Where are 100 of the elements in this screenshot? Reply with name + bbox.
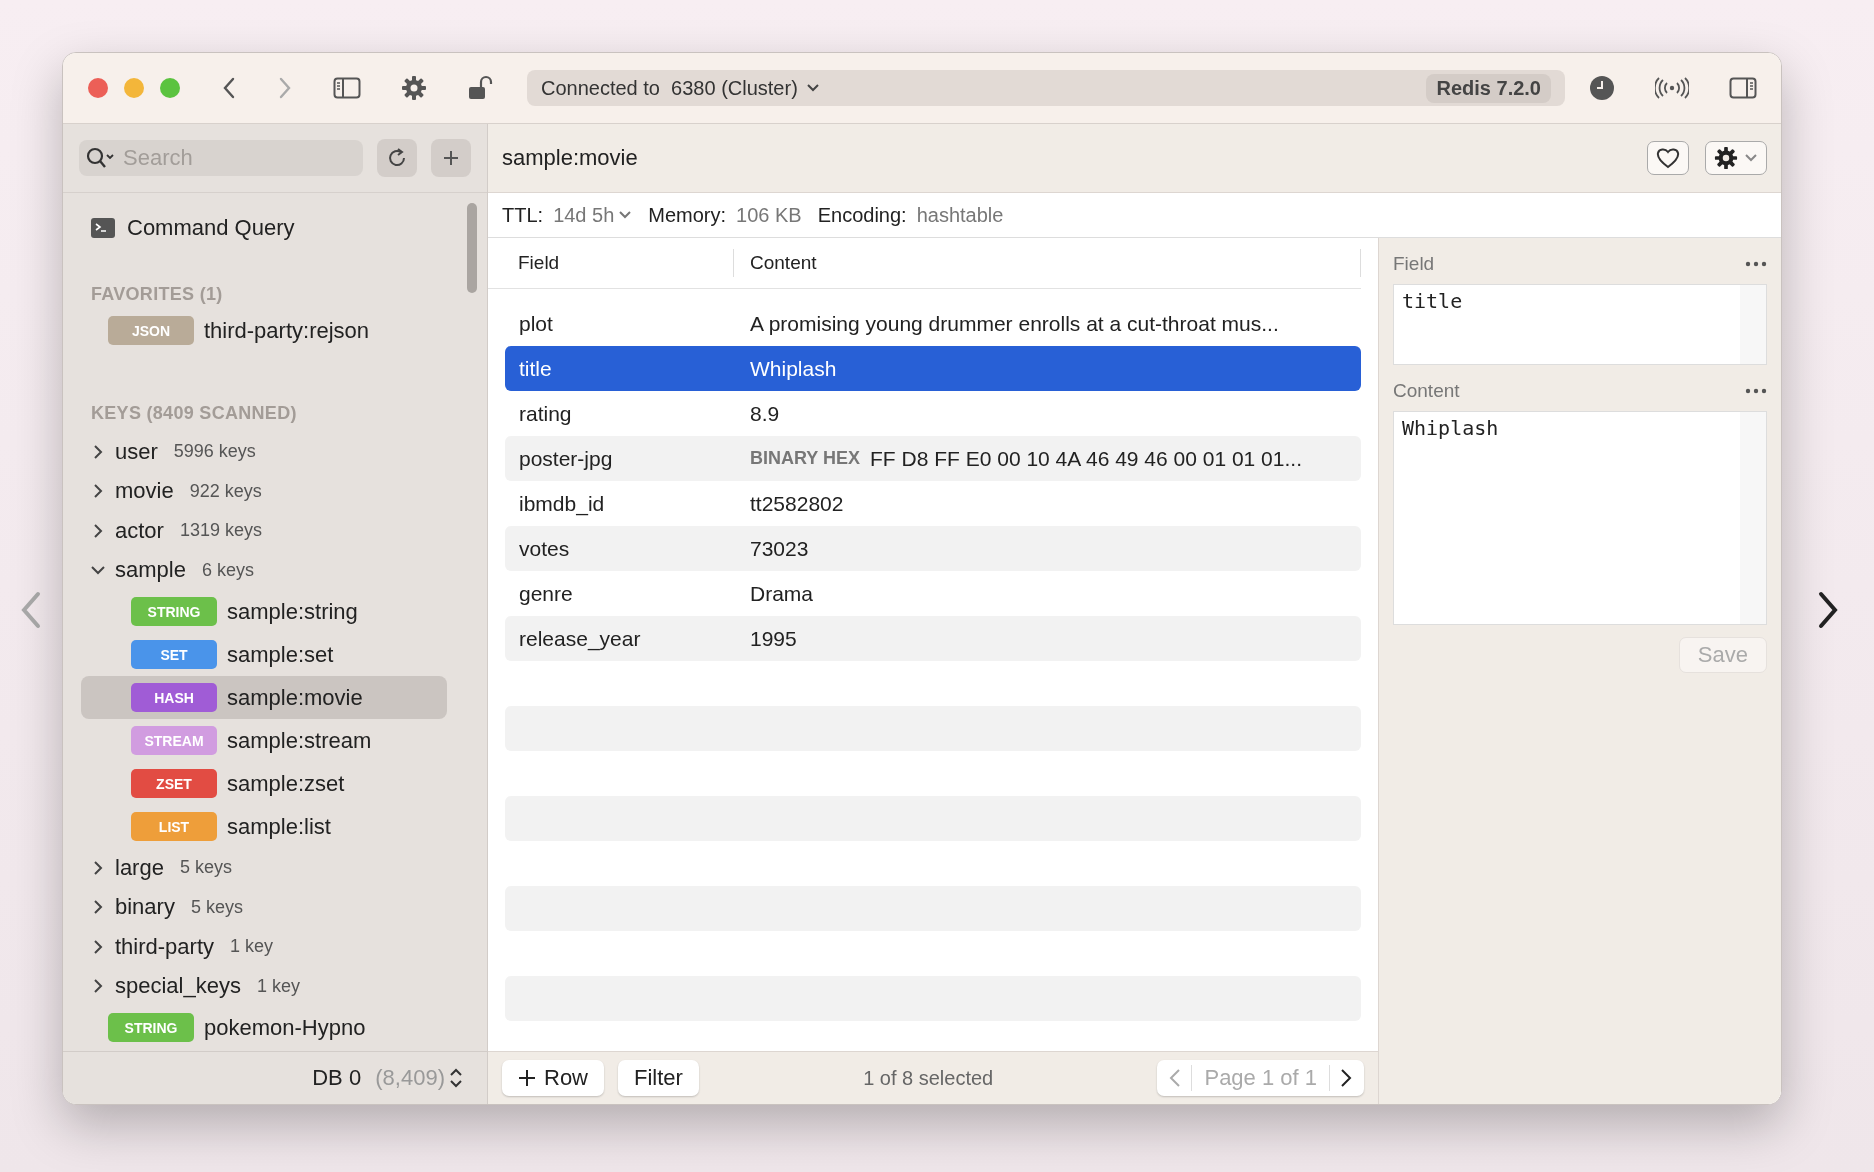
filter-button[interactable]: Filter [618, 1060, 699, 1096]
table-row[interactable]: plot A promising young drummer enrolls at a cut-throat mus... [505, 301, 1361, 346]
type-badge: LIST [131, 812, 217, 841]
broadcast-icon[interactable] [1655, 76, 1689, 100]
more-icon[interactable] [1745, 261, 1767, 267]
clock-icon[interactable] [1589, 75, 1615, 101]
scrollbar[interactable] [467, 203, 477, 293]
content-cell: FF D8 FF E0 00 10 4A 46 49 46 00 01 01 01... [870, 446, 1302, 471]
folder-item[interactable]: movie 922 keys [63, 471, 467, 511]
search-icon [85, 146, 117, 170]
folder-item[interactable]: user 5996 keys [63, 432, 467, 472]
add-button[interactable] [431, 139, 471, 177]
chevron-down-icon [618, 210, 633, 220]
plus-icon [518, 1069, 536, 1087]
key-count: 922 keys [189, 480, 262, 502]
field-cell-text: plot [518, 311, 554, 336]
key-item[interactable]: STRING pokemon-Hypno [81, 1006, 447, 1049]
plus-icon [442, 149, 460, 167]
section-heading: FAVORITES (1) [90, 282, 224, 306]
content-cell: Drama [750, 581, 813, 606]
content-cell: A promising young drummer enrolls at a cut-throat mus... [750, 311, 1279, 336]
key-item[interactable]: LIST sample:list [81, 805, 447, 848]
connection-label: Connected to 6380 (Cluster) [541, 76, 798, 100]
folder-item[interactable]: large 5 keys [63, 848, 467, 888]
key-count: 5996 keys [173, 441, 256, 463]
binary-tag: BINARY HEX [750, 448, 861, 469]
chevron-icon [91, 483, 105, 500]
page-indicator: Page 1 of 1 [1191, 1065, 1330, 1091]
folder-name: third-party [115, 933, 215, 960]
content-cell: Whiplash [750, 356, 837, 381]
settings-icon[interactable] [401, 75, 427, 101]
type-badge: STRING [131, 597, 217, 626]
type-badge: STREAM [131, 726, 217, 755]
connection-bar[interactable]: Connected to 6380 (Cluster) Redis 7.2.0 [527, 70, 1565, 106]
favorite-key[interactable]: JSON third-party:rejson [81, 309, 447, 352]
encoding-value: hashtable [916, 203, 1004, 227]
key-item[interactable]: STRING sample:string [81, 590, 447, 633]
type-badge: SET [131, 640, 217, 669]
table-row[interactable]: ibmdb_id tt2582802 [505, 481, 1361, 526]
add-row-button[interactable]: Row [502, 1060, 604, 1096]
field-cell-text: poster-jpg [518, 446, 614, 471]
section-heading: KEYS (8409 SCANNED) [90, 401, 298, 425]
memory-value: 106 KB [736, 203, 802, 227]
close-icon[interactable] [87, 77, 109, 99]
column-header[interactable]: Content [734, 249, 1361, 277]
sidebar-icon[interactable] [333, 77, 361, 99]
folder-item[interactable]: sample 6 keys [63, 550, 467, 590]
database-selector[interactable]: DB 0 (8,409) [306, 1064, 469, 1092]
folder-item[interactable]: actor 1319 keys [63, 511, 467, 551]
memory-label: Memory: [648, 203, 727, 227]
key-count: 5 keys [179, 857, 232, 879]
key-item[interactable]: ZSET sample:zset [81, 762, 447, 805]
key-title: sample:movie [502, 145, 638, 171]
column-header[interactable]: Field [488, 249, 734, 277]
content-cell: tt2582802 [750, 491, 844, 516]
back-icon[interactable] [221, 76, 237, 100]
content-editor[interactable]: Whiplash [1393, 411, 1767, 625]
chevron-down-icon [1744, 153, 1758, 163]
unlocked-lock-icon[interactable] [467, 75, 493, 101]
key-item[interactable]: SET sample:set [81, 633, 447, 676]
folder-item[interactable]: third-party 1 key [63, 927, 467, 967]
command-query-item[interactable]: Command Query [63, 207, 467, 249]
field-cell-text: title [518, 356, 553, 381]
settings-button[interactable] [1705, 141, 1767, 175]
folder-item[interactable]: special_keys 1 key [63, 966, 467, 1006]
table-row[interactable]: rating 8.9 [505, 391, 1361, 436]
favorite-button[interactable] [1647, 141, 1689, 175]
heart-icon [1656, 147, 1680, 169]
table-row[interactable]: genre Drama [505, 571, 1361, 616]
ttl-dropdown[interactable]: 14d 5h [553, 203, 633, 227]
field-editor[interactable]: title [1393, 284, 1767, 365]
folder-name: user [115, 438, 158, 465]
more-icon[interactable] [1745, 388, 1767, 394]
table-row[interactable]: release_year 1995 [505, 616, 1361, 661]
key-count: 6 keys [201, 559, 254, 581]
field-cell-text: genre [518, 581, 574, 606]
content-label: Content [1393, 380, 1460, 402]
key-item[interactable]: STREAM sample:stream [81, 719, 447, 762]
refresh-button[interactable] [377, 139, 417, 177]
chevron-icon [91, 859, 105, 876]
server-version-badge: Redis 7.2.0 [1426, 73, 1551, 103]
key-count: 5 keys [190, 896, 243, 918]
content-cell: 1995 [750, 626, 797, 651]
folder-name: movie [115, 478, 174, 505]
table-row[interactable]: votes 73023 [505, 526, 1361, 571]
content-cell: 73023 [750, 536, 809, 561]
terminal-icon [91, 218, 115, 238]
table-row[interactable]: poster-jpg BINARY HEX FF D8 FF E0 00 10 4A 46 49 46 00 01 01 01... [505, 436, 1361, 481]
encoding-label: Encoding: [817, 203, 907, 227]
field-cell-text: ibmdb_id [518, 491, 606, 516]
chevron-icon [91, 522, 105, 539]
key-count: 1 key [230, 936, 274, 958]
key-item[interactable]: HASH sample:movie [81, 676, 447, 719]
field-label: Field [1393, 253, 1435, 275]
table-row[interactable]: title Whiplash [505, 346, 1361, 391]
type-badge: STRING [108, 1013, 194, 1042]
folder-item[interactable]: binary 5 keys [63, 887, 467, 927]
folder-name: special_keys [115, 973, 241, 1000]
selection-status: 1 of 8 selected [862, 1066, 995, 1090]
inspector-icon[interactable] [1729, 77, 1757, 99]
